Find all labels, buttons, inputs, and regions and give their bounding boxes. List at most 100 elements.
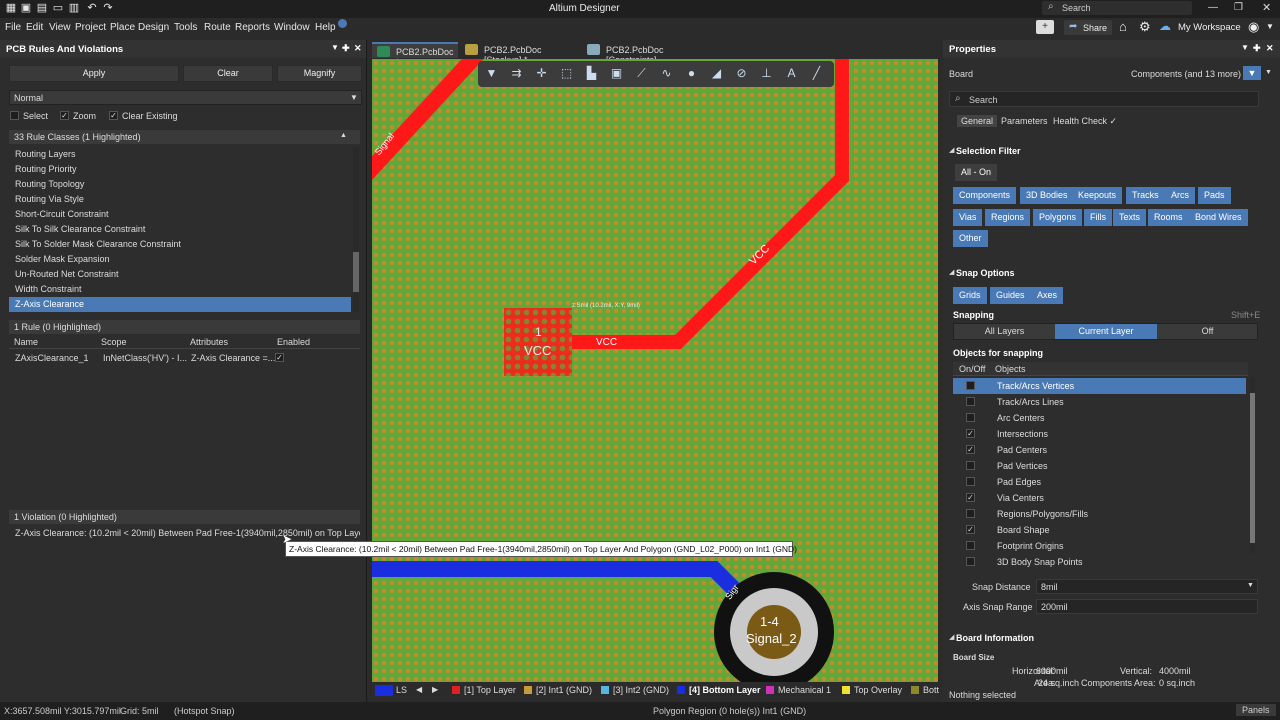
list-item[interactable]: Footprint Origins xyxy=(953,538,1246,554)
restore-icon[interactable]: ❐ xyxy=(1234,2,1243,13)
list-item[interactable]: Short-Circuit Constraint xyxy=(9,207,351,222)
table-row[interactable]: ZAxisClearance_1 InNetClass('HV') - I...… xyxy=(9,351,360,365)
list-item[interactable]: Pad Vertices xyxy=(953,458,1246,474)
list-item[interactable]: Routing Priority xyxy=(9,162,351,177)
properties-search-input[interactable]: ⌕ Search xyxy=(949,91,1259,107)
menu-place[interactable]: Place xyxy=(110,22,135,33)
clear-button[interactable]: Clear xyxy=(183,65,273,82)
component-icon[interactable]: ▣ xyxy=(609,66,624,81)
filter-keepouts-button[interactable]: Keepouts xyxy=(1072,187,1123,204)
pin-icon[interactable]: ✚ xyxy=(342,43,350,54)
select-rect-icon[interactable]: ⬚ xyxy=(559,66,574,81)
filter-other-button[interactable]: Other xyxy=(953,230,988,247)
objects-scrollbar[interactable] xyxy=(1250,377,1255,553)
menu-design[interactable]: Design xyxy=(138,22,169,33)
tab-health-check[interactable]: Health Check ✓ xyxy=(1053,116,1117,127)
via-icon[interactable]: ● xyxy=(684,66,699,81)
menu-window[interactable]: Window xyxy=(274,22,310,33)
global-search-input[interactable]: ⌕ Search xyxy=(1042,1,1192,15)
list-item[interactable]: Arc Centers xyxy=(953,410,1246,426)
list-item[interactable]: Width Constraint xyxy=(9,282,351,297)
layer-tab-int1[interactable]: [2] Int1 (GND) xyxy=(524,685,592,695)
list-item[interactable]: Regions/Polygons/Fills xyxy=(953,506,1246,522)
list-item[interactable]: Silk To Silk Clearance Constraint xyxy=(9,222,351,237)
layer-tab-bottom[interactable]: [4] Bottom Layer xyxy=(677,685,761,695)
tab-parameters[interactable]: Parameters xyxy=(1001,116,1048,126)
snap-current-layer-button[interactable]: Current Layer xyxy=(1055,324,1157,339)
scroll-left-icon[interactable]: ◀ xyxy=(416,685,422,694)
interactive-route-icon[interactable]: ⟋ xyxy=(634,66,649,81)
list-item[interactable]: Silk To Solder Mask Clearance Constraint xyxy=(9,237,351,252)
layer-tab-int2[interactable]: [3] Int2 (GND) xyxy=(601,685,669,695)
list-item[interactable]: Routing Layers xyxy=(9,147,351,162)
snap-axes-button[interactable]: Axes xyxy=(1031,287,1064,304)
panels-button[interactable]: Panels xyxy=(1236,704,1276,716)
pin-icon[interactable]: ✚ xyxy=(1253,43,1261,54)
snap-distance-select[interactable]: 8mil ▼ xyxy=(1036,579,1258,594)
filter-regions-button[interactable]: Regions xyxy=(985,209,1031,226)
new-comment-icon[interactable]: + xyxy=(1036,20,1054,34)
open-project-icon[interactable]: ▥ xyxy=(68,2,80,14)
collapse-icon[interactable]: ▲ xyxy=(340,132,347,139)
panel-menu-icon[interactable]: ▼ xyxy=(331,43,339,52)
select-checkbox[interactable] xyxy=(10,111,19,120)
open-folder-icon[interactable]: ▭ xyxy=(52,2,64,14)
save-icon[interactable]: ▣ xyxy=(20,2,32,14)
move-icon[interactable]: ✛ xyxy=(534,66,549,81)
filter-icon[interactable]: ▼ xyxy=(484,66,499,81)
chevron-down-icon[interactable]: ▼ xyxy=(1265,69,1272,76)
line-icon[interactable]: ╱ xyxy=(809,66,824,81)
tab-pcb-doc[interactable]: PCB2.PcbDoc * xyxy=(372,42,458,67)
pcb-canvas[interactable]: Signal VCC VCC VCC 1 z:Smil (10.2mil, X:… xyxy=(372,59,938,682)
minimize-icon[interactable]: — xyxy=(1208,2,1218,13)
magnify-button[interactable]: Magnify xyxy=(277,65,362,82)
expand-icon[interactable]: ◢ xyxy=(949,268,954,276)
keepout-icon[interactable]: ⊘ xyxy=(734,66,749,81)
menu-route[interactable]: Route xyxy=(204,22,231,33)
all-on-button[interactable]: All - On xyxy=(955,164,998,181)
filter-components-button[interactable]: Components xyxy=(953,187,1017,204)
filter-rooms-button[interactable]: Rooms xyxy=(1148,209,1189,226)
filter-bond-wires-button[interactable]: Bond Wires xyxy=(1189,209,1248,226)
tab-constraints[interactable]: PCB2.PcbDoc [Constraints] xyxy=(582,42,712,65)
filter-icon[interactable]: ▼ xyxy=(1243,66,1261,80)
notification-icon[interactable] xyxy=(338,19,347,28)
chevron-down-icon[interactable]: ▼ xyxy=(1266,22,1274,31)
list-item[interactable]: Routing Topology xyxy=(9,177,351,192)
snap-all-layers-button[interactable]: All Layers xyxy=(954,324,1055,339)
share-button[interactable]: ➦ Share xyxy=(1064,20,1112,35)
layer-tab-top-overlay[interactable]: Top Overlay xyxy=(842,685,902,695)
menu-file[interactable]: File xyxy=(5,22,21,33)
clear-existing-checkbox[interactable]: ✓ xyxy=(109,111,118,120)
list-item[interactable]: Track/Arcs Lines xyxy=(953,394,1246,410)
filter-tracks-button[interactable]: Tracks xyxy=(1126,187,1165,204)
text-icon[interactable]: A xyxy=(784,66,799,81)
redo-icon[interactable]: ↷ xyxy=(102,2,114,14)
list-item[interactable]: ✓ Intersections xyxy=(953,426,1246,442)
list-item[interactable]: Routing Via Style xyxy=(9,192,351,207)
snap-off-button[interactable]: Off xyxy=(1157,324,1258,339)
filter-arcs-button[interactable]: Arcs xyxy=(1165,187,1195,204)
save-all-icon[interactable]: ▤ xyxy=(36,2,48,14)
list-item[interactable]: Un-Routed Net Constraint xyxy=(9,267,351,282)
menu-edit[interactable]: Edit xyxy=(26,22,43,33)
layer-tab-bottom-overlay[interactable]: Bott xyxy=(911,685,939,695)
expand-icon[interactable]: ◢ xyxy=(949,633,954,641)
layer-tab-mechanical[interactable]: Mechanical 1 xyxy=(766,685,831,695)
expand-icon[interactable]: ◢ xyxy=(949,146,954,154)
scroll-right-icon[interactable]: ▶ xyxy=(432,685,438,694)
filter-3d-bodies-button[interactable]: 3D Bodies xyxy=(1020,187,1074,204)
filter-vias-button[interactable]: Vias xyxy=(953,209,983,226)
tab-general[interactable]: General xyxy=(957,115,998,127)
filter-fills-button[interactable]: Fills xyxy=(1084,209,1112,226)
panel-close-icon[interactable]: ✕ xyxy=(354,43,362,54)
list-item[interactable]: Pad Edges xyxy=(953,474,1246,490)
list-item-selected[interactable]: Z-Axis Clearance xyxy=(9,297,351,312)
axis-snap-input[interactable]: 200mil xyxy=(1036,599,1258,614)
polygon-icon[interactable]: ◢ xyxy=(709,66,724,81)
filter-polygons-button[interactable]: Polygons xyxy=(1033,209,1083,226)
layer-tab-top[interactable]: [1] Top Layer xyxy=(452,685,516,695)
apply-button[interactable]: Apply xyxy=(9,65,179,82)
undo-icon[interactable]: ↶ xyxy=(86,2,98,14)
home-icon[interactable]: ⌂ xyxy=(1119,19,1127,34)
